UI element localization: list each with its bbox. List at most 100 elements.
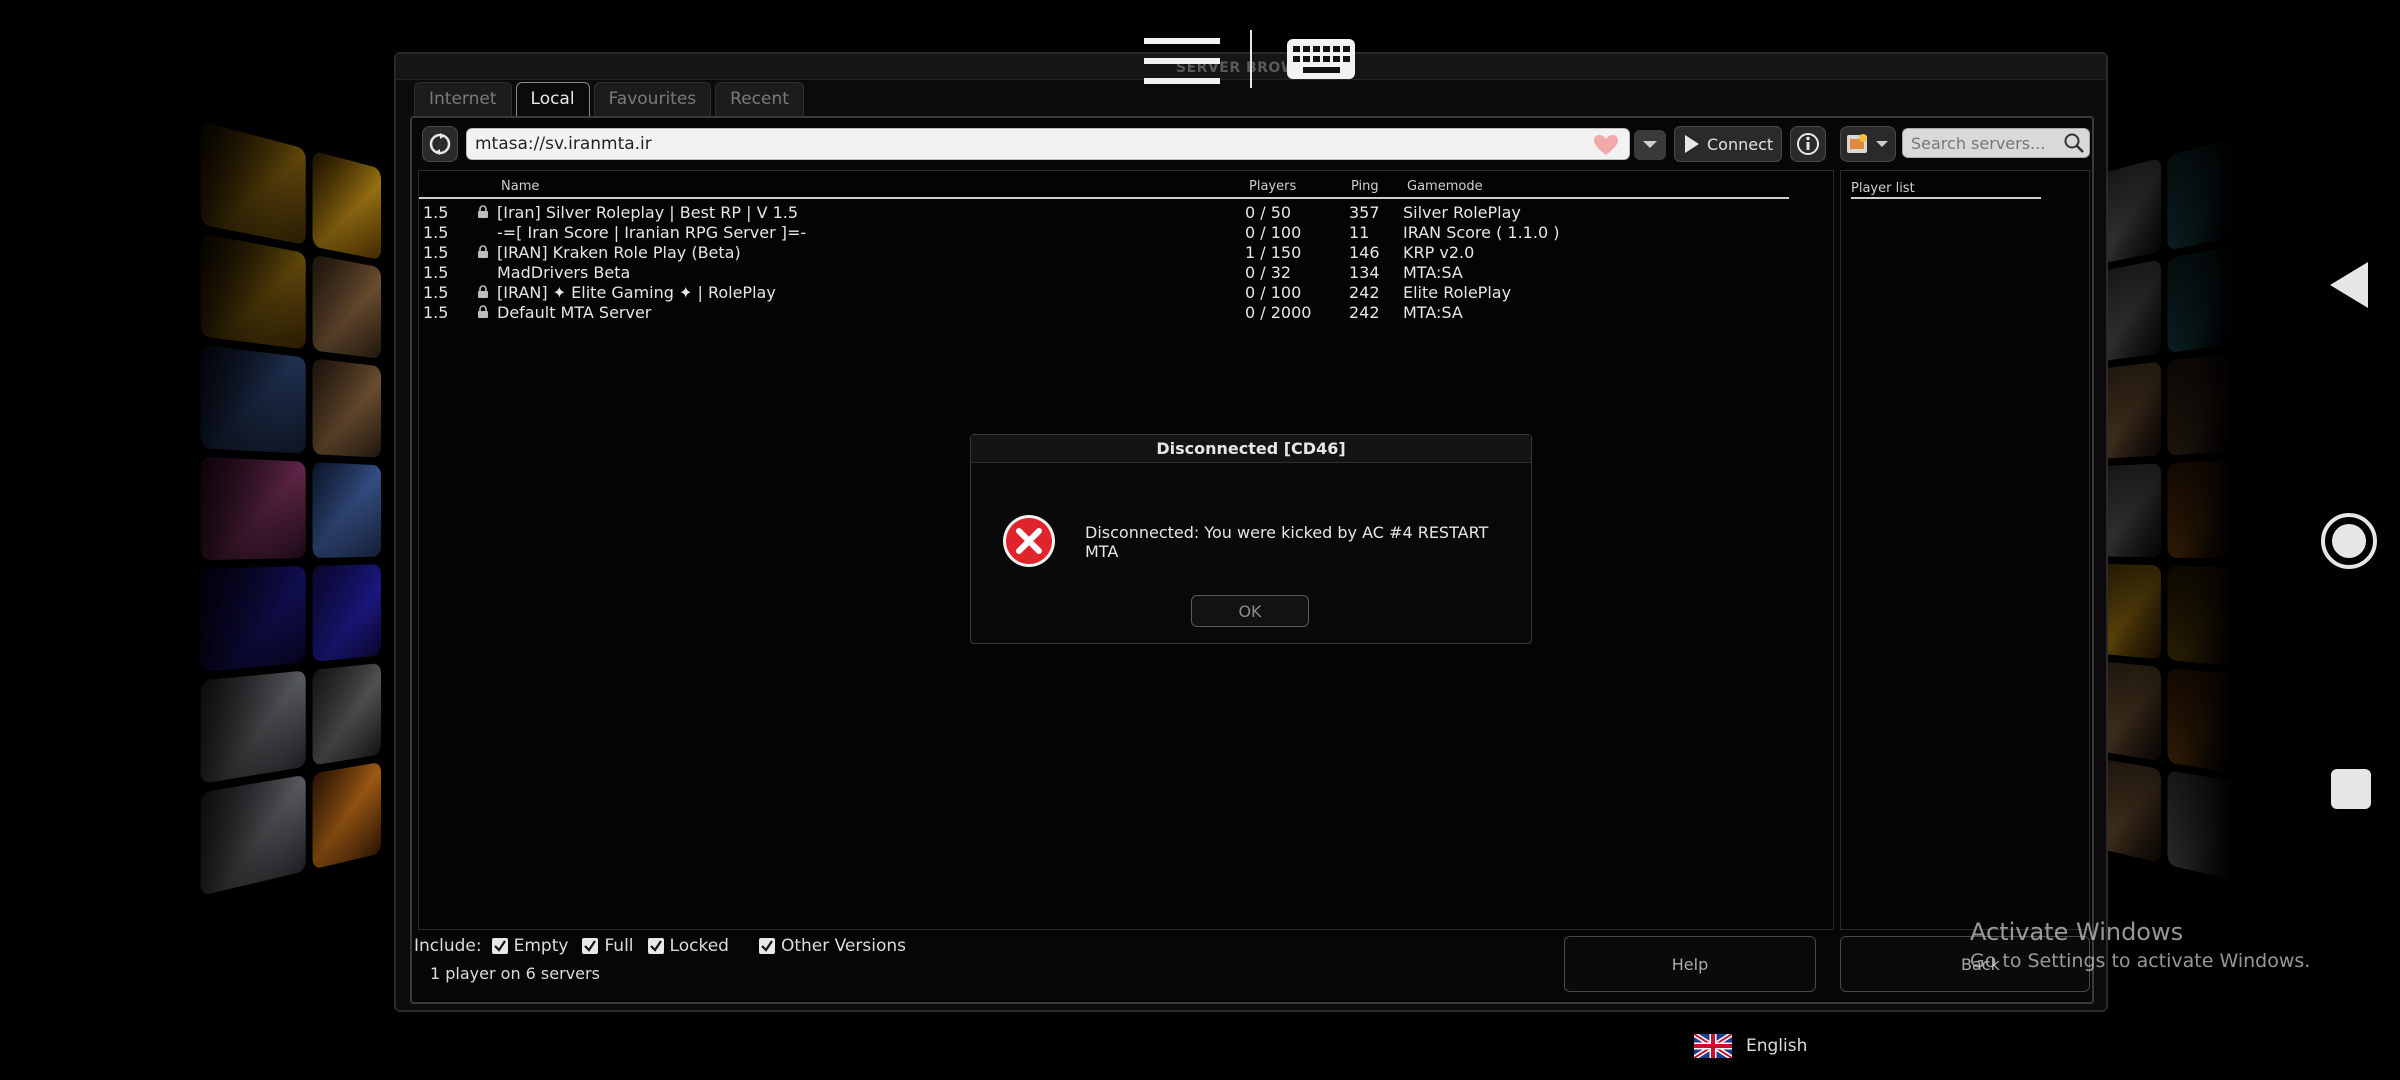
check-icon	[759, 938, 775, 954]
uk-flag-icon	[1694, 1034, 1732, 1058]
filter-other-versions-checkbox[interactable]: Other Versions	[759, 936, 906, 956]
heart-icon[interactable]	[1593, 134, 1619, 156]
search-input[interactable]	[1911, 132, 2061, 154]
check-icon	[582, 938, 598, 954]
disconnected-dialog: Disconnected [CD46] Disconnected: You we…	[970, 434, 1532, 644]
server-gamemode: MTA:SA	[1403, 303, 1463, 322]
help-button[interactable]: Help	[1564, 936, 1816, 992]
filter-locked-checkbox[interactable]: Locked	[648, 936, 729, 956]
lock-icon	[477, 245, 489, 259]
activate-windows-watermark: Activate Windows Go to Settings to activ…	[1970, 918, 2310, 972]
server-ping: 134	[1349, 263, 1380, 282]
include-label: Include:	[414, 936, 482, 956]
column-header-name[interactable]: Name	[501, 179, 539, 194]
connect-label: Connect	[1707, 135, 1773, 154]
chevron-down-icon	[1642, 140, 1658, 150]
server-version: 1.5	[423, 303, 448, 322]
search-icon[interactable]	[2063, 132, 2085, 154]
menu-icon[interactable]	[1144, 36, 1220, 86]
server-row[interactable]: 1.5 [IRAN] ✦ Elite Gaming ✦ | RolePlay 0…	[419, 283, 1789, 303]
nav-recents-icon[interactable]	[2330, 768, 2372, 810]
server-name: Default MTA Server	[497, 303, 651, 322]
server-ping: 242	[1349, 283, 1380, 302]
include-filters: Include: Empty Full Locked Other Version…	[414, 934, 920, 958]
server-players: 0 / 50	[1245, 203, 1291, 222]
server-row[interactable]: 1.5 Default MTA Server 0 / 2000 242 MTA:…	[419, 303, 1789, 323]
check-icon	[648, 938, 664, 954]
tab-bar: Internet Local Favourites Recent	[414, 82, 804, 116]
filter-full-label: Full	[604, 936, 633, 956]
server-ping: 357	[1349, 203, 1380, 222]
ok-button[interactable]: OK	[1191, 595, 1309, 627]
overlay-divider	[1250, 30, 1252, 88]
server-players: 0 / 32	[1245, 263, 1291, 282]
info-icon	[1796, 132, 1820, 156]
nav-back-icon[interactable]	[2328, 260, 2370, 310]
address-input[interactable]	[475, 132, 1575, 156]
server-gamemode: MTA:SA	[1403, 263, 1463, 282]
server-list-header: Name Players Ping Gamemode	[419, 179, 1789, 199]
address-history-dropdown[interactable]	[1634, 130, 1666, 160]
tab-local[interactable]: Local	[516, 82, 590, 116]
server-gamemode: IRAN Score ( 1.1.0 )	[1403, 223, 1559, 242]
server-gamemode: KRP v2.0	[1403, 243, 1474, 262]
server-name: [IRAN] ✦ Elite Gaming ✦ | RolePlay	[497, 283, 776, 302]
refresh-button[interactable]	[422, 126, 458, 162]
check-icon	[492, 938, 508, 954]
search-box	[1902, 128, 2090, 158]
server-row[interactable]: 1.5 -=[ Iran Score | Iranian RPG Server …	[419, 223, 1789, 243]
dialog-message: Disconnected: You were kicked by AC #4 R…	[1085, 523, 1505, 561]
server-ping: 146	[1349, 243, 1380, 262]
player-list: Player list	[1840, 170, 2090, 930]
server-version: 1.5	[423, 263, 448, 282]
server-name: [Iran] Silver Roleplay | Best RP | V 1.5	[497, 203, 798, 222]
server-gamemode: Silver RolePlay	[1403, 203, 1521, 222]
keyboard-icon[interactable]	[1286, 38, 1356, 80]
watermark-subtitle: Go to Settings to activate Windows.	[1970, 950, 2310, 972]
column-header-players[interactable]: Players	[1249, 179, 1296, 194]
lock-icon	[477, 205, 489, 219]
server-row[interactable]: 1.5 [IRAN] Kraken Role Play (Beta) 1 / 1…	[419, 243, 1789, 263]
server-name: -=[ Iran Score | Iranian RPG Server ]=-	[497, 223, 806, 242]
search-type-button[interactable]	[1840, 126, 1896, 162]
server-row[interactable]: 1.5 [Iran] Silver Roleplay | Best RP | V…	[419, 203, 1789, 223]
tab-recent[interactable]: Recent	[715, 82, 804, 116]
server-players: 0 / 100	[1245, 283, 1301, 302]
server-row[interactable]: 1.5 MadDrivers Beta 0 / 32 134 MTA:SA	[419, 263, 1789, 283]
server-version: 1.5	[423, 283, 448, 302]
server-version: 1.5	[423, 223, 448, 242]
nav-home-icon[interactable]	[2320, 512, 2378, 570]
refresh-icon	[428, 132, 452, 156]
lock-icon	[477, 285, 489, 299]
dialog-title: Disconnected [CD46]	[971, 435, 1531, 463]
server-ping: 11	[1349, 223, 1369, 242]
error-icon	[1001, 513, 1057, 569]
chevron-down-icon	[1875, 140, 1889, 149]
server-players: 0 / 2000	[1245, 303, 1311, 322]
server-name: MadDrivers Beta	[497, 263, 630, 282]
filter-empty-label: Empty	[514, 936, 569, 956]
server-gamemode: Elite RolePlay	[1403, 283, 1511, 302]
tab-internet[interactable]: Internet	[414, 82, 512, 116]
server-ping: 242	[1349, 303, 1380, 322]
column-header-gamemode[interactable]: Gamemode	[1407, 179, 1483, 194]
filter-empty-checkbox[interactable]: Empty	[492, 936, 569, 956]
filter-full-checkbox[interactable]: Full	[582, 936, 633, 956]
server-search-type-icon	[1845, 131, 1871, 157]
server-info-button[interactable]	[1790, 126, 1826, 162]
server-version: 1.5	[423, 203, 448, 222]
language-label: English	[1746, 1036, 1807, 1056]
server-players: 1 / 150	[1245, 243, 1301, 262]
server-version: 1.5	[423, 243, 448, 262]
tab-favourites[interactable]: Favourites	[594, 82, 712, 116]
connect-button[interactable]: Connect	[1674, 126, 1782, 162]
column-header-ping[interactable]: Ping	[1351, 179, 1379, 194]
language-selector[interactable]: English	[1694, 1034, 1807, 1058]
server-name: [IRAN] Kraken Role Play (Beta)	[497, 243, 741, 262]
lock-icon	[477, 305, 489, 319]
background-shade	[0, 0, 420, 1080]
filter-other-versions-label: Other Versions	[781, 936, 906, 956]
filter-locked-label: Locked	[670, 936, 729, 956]
watermark-title: Activate Windows	[1970, 918, 2310, 946]
server-rows: 1.5 [Iran] Silver Roleplay | Best RP | V…	[419, 203, 1789, 323]
